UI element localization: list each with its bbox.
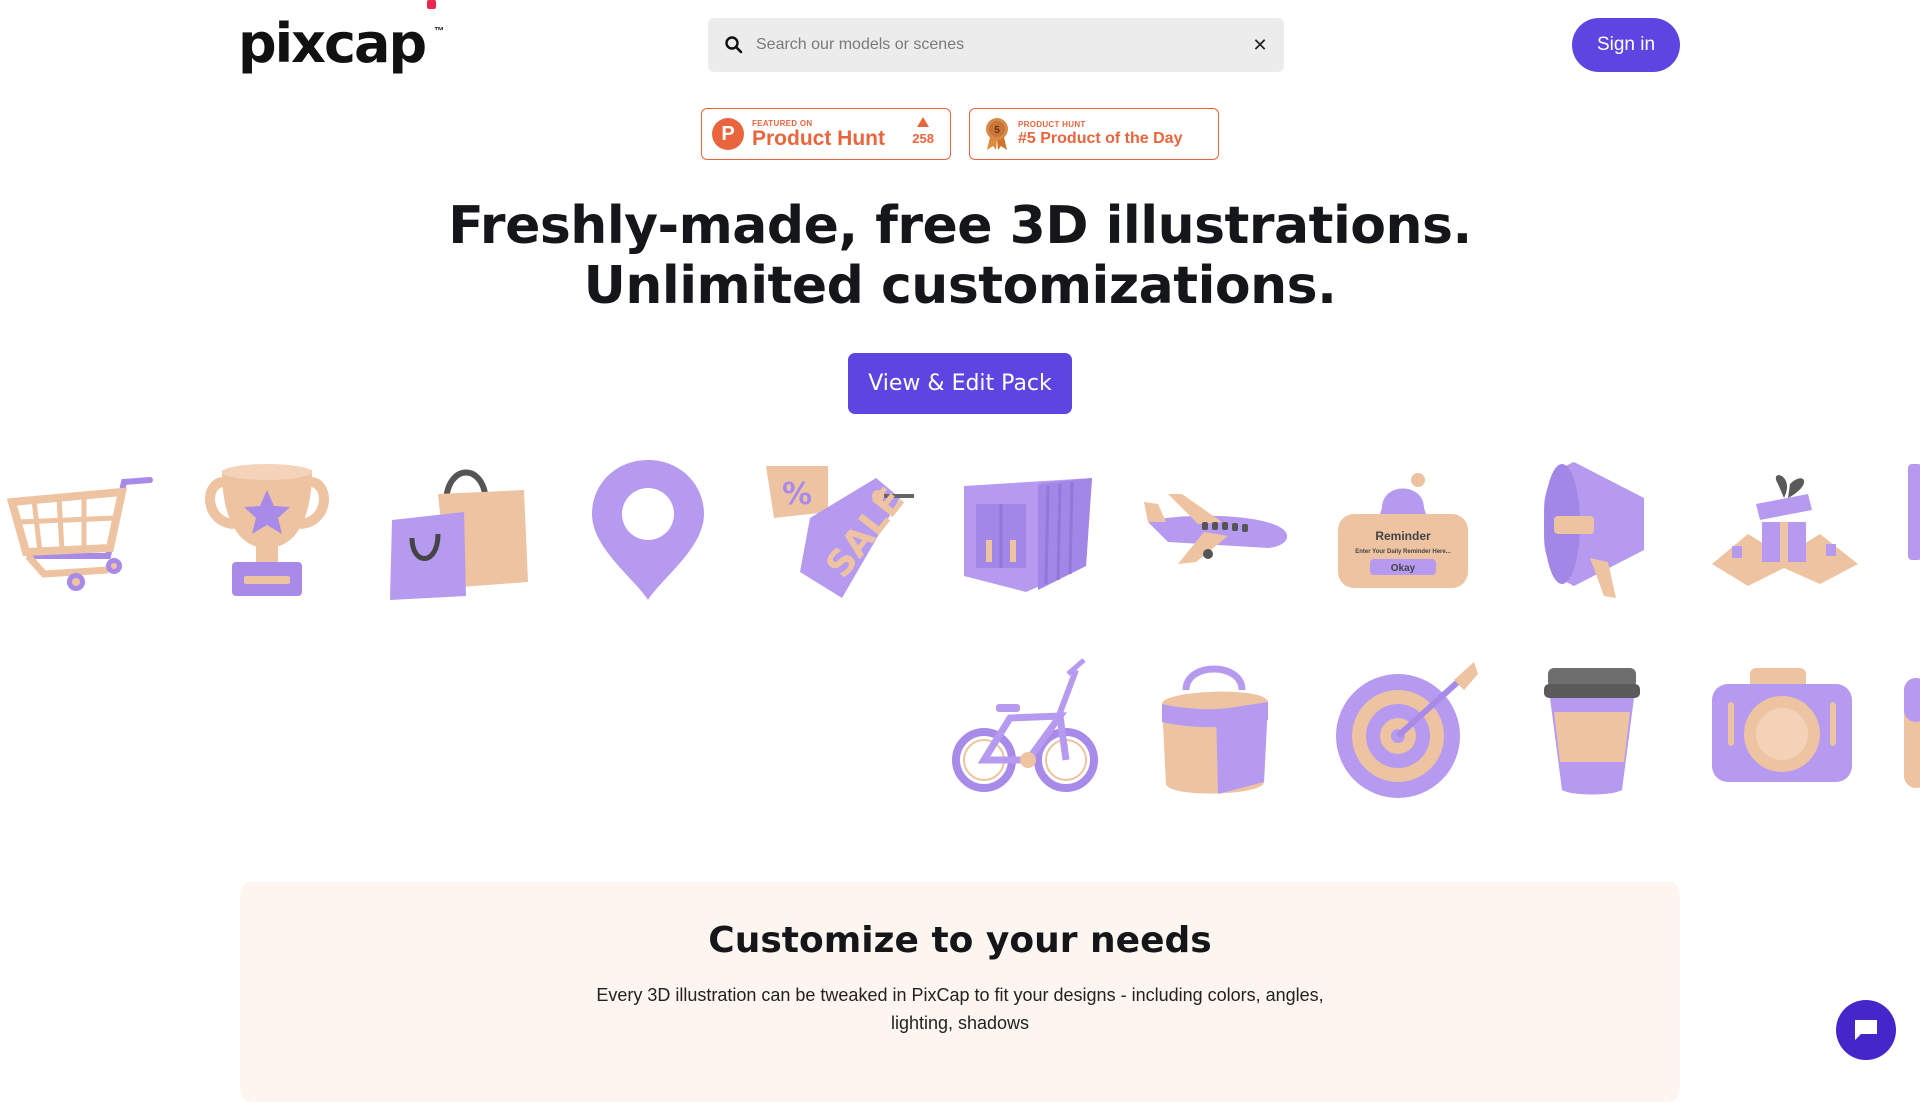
medal-icon: 5 bbox=[984, 117, 1010, 151]
medal-number: 5 bbox=[994, 125, 1000, 136]
target-dart-illustration[interactable] bbox=[1332, 660, 1482, 800]
reminder-notification-illustration[interactable]: Reminder Enter Your Daily Reminder Here.… bbox=[1336, 468, 1470, 592]
hero-line-1: Freshly-made, free 3D illustrations. bbox=[448, 196, 1472, 256]
hero-line-2: Unlimited customizations. bbox=[583, 256, 1337, 316]
reminder-subtitle: Enter Your Daily Reminder Here... bbox=[1355, 549, 1451, 555]
product-of-the-day-badge[interactable]: 5 PRODUCT HUNT #5 Product of the Day bbox=[969, 108, 1219, 160]
shopping-bags-illustration[interactable] bbox=[386, 454, 532, 602]
sign-in-button[interactable]: Sign in bbox=[1572, 18, 1680, 72]
badge-caption: PRODUCT HUNT bbox=[1018, 119, 1086, 129]
product-hunt-logo-icon: P bbox=[712, 118, 744, 150]
map-pin-illustration[interactable] bbox=[588, 456, 708, 604]
upvote-count: 258 bbox=[912, 117, 934, 146]
logo-trademark: ™ bbox=[434, 26, 445, 37]
airplane-illustration[interactable] bbox=[1138, 488, 1292, 566]
chat-bubble-icon bbox=[1855, 1020, 1877, 1040]
duffel-bag-illustration[interactable] bbox=[1156, 660, 1272, 800]
upvote-number: 258 bbox=[912, 131, 934, 146]
reminder-title: Reminder bbox=[1375, 529, 1431, 543]
badge-title: Product Hunt bbox=[752, 126, 885, 150]
chat-widget-button[interactable] bbox=[1836, 1000, 1896, 1060]
gift-box-illustration[interactable] bbox=[1708, 464, 1860, 594]
logo-text: pixcap bbox=[238, 12, 427, 75]
partial-illustration bbox=[1908, 464, 1920, 560]
shipping-container-illustration[interactable] bbox=[956, 470, 1098, 596]
reminder-button: Okay bbox=[1391, 563, 1416, 574]
megaphone-illustration[interactable] bbox=[1534, 458, 1654, 602]
search-bar: ✕ bbox=[708, 18, 1284, 72]
badge-title: #5 Product of the Day bbox=[1018, 129, 1183, 147]
sale-tag-illustration[interactable]: % SALE bbox=[760, 462, 918, 604]
section-description: Every 3D illustration can be tweaked in … bbox=[596, 985, 1324, 1033]
search-input[interactable] bbox=[754, 35, 1250, 55]
trophy-illustration[interactable] bbox=[204, 462, 330, 602]
view-edit-pack-button[interactable]: View & Edit Pack bbox=[848, 353, 1072, 414]
camera-illustration[interactable] bbox=[1710, 666, 1854, 786]
product-hunt-featured-badge[interactable]: P FEATURED ON Product Hunt 258 bbox=[701, 108, 951, 160]
shopping-cart-illustration[interactable] bbox=[4, 470, 156, 596]
clear-search-icon[interactable]: ✕ bbox=[1250, 35, 1270, 55]
upvote-triangle-icon bbox=[917, 117, 930, 127]
coffee-cup-illustration[interactable] bbox=[1542, 664, 1642, 796]
bicycle-illustration[interactable] bbox=[952, 656, 1102, 794]
section-title: Customize to your needs bbox=[708, 920, 1212, 961]
pixcap-logo[interactable]: pixcap ™ bbox=[238, 0, 445, 75]
customize-section: Customize to your needs Every 3D illustr… bbox=[240, 882, 1680, 1102]
svg-text:%: % bbox=[782, 477, 812, 512]
hero-heading: Freshly-made, free 3D illustrations. Unl… bbox=[0, 196, 1920, 316]
partial-illustration bbox=[1904, 678, 1920, 788]
logo-dot bbox=[427, 0, 437, 9]
search-icon bbox=[724, 35, 744, 55]
